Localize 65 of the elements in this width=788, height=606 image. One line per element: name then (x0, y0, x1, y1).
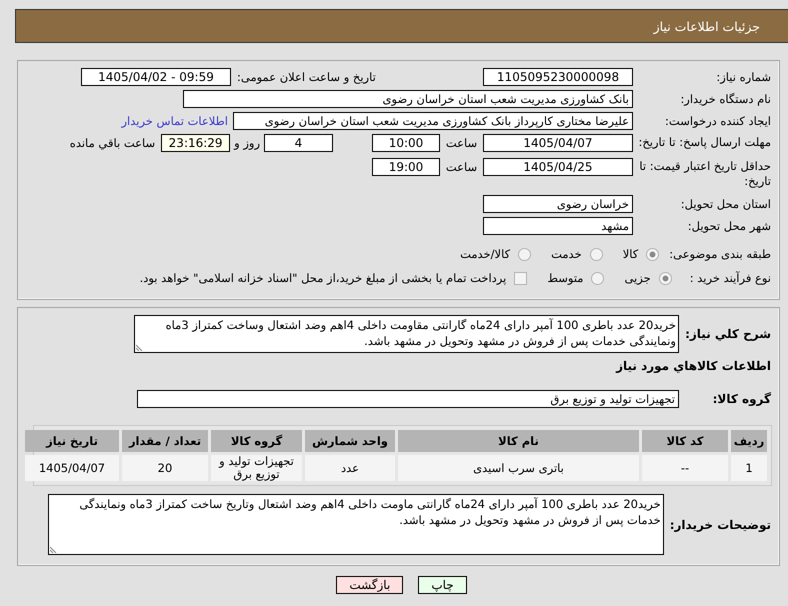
time-field[interactable]: 19:00 (372, 158, 440, 176)
field-label: توضیحات خریدار: (670, 518, 772, 532)
table-cell: -- (642, 455, 728, 481)
need-number-field[interactable]: 1105095230000098 (483, 68, 633, 86)
date-field[interactable]: 1405/04/07 (483, 134, 633, 152)
field-label: نوع فرآیند خرید : (690, 271, 772, 285)
goods-group-field[interactable]: تجهیزات تولید و توزیع برق (137, 390, 679, 408)
table-cell: باتری سرب اسیدی (398, 455, 639, 481)
buyer-org-field[interactable]: بانک کشاورزی مدیریت شعب استان خراسان رضوی (183, 90, 633, 108)
field-label: تاریخ و ساعت اعلان عمومی: (237, 70, 376, 84)
resize-grip-icon[interactable] (50, 545, 58, 553)
page-title: جزئیات اطلاعات نیاز (654, 18, 760, 34)
radio-button[interactable] (591, 272, 604, 284)
column-header: گروه کالا (211, 430, 302, 452)
field-label: حداقل تاریخ اعتبار قیمت: تا تاریخ: (638, 158, 772, 189)
table-cell: 1405/04/07 (25, 455, 119, 481)
column-header: تعداد / مقدار (122, 430, 208, 452)
field-label: شماره نیاز: (715, 70, 772, 84)
field-label: استان محل تحویل: (680, 197, 772, 211)
column-header: تاریخ نیاز (25, 430, 119, 452)
field-label: شرح کلي نیاز: (684, 327, 772, 341)
radio-button[interactable] (590, 248, 603, 260)
city-field[interactable]: مشهد (483, 217, 633, 235)
table-cell: 20 (122, 455, 208, 481)
contact-info-link[interactable]: اطلاعات تماس خریدار (121, 114, 228, 128)
field-label: شهر محل تحویل: (686, 219, 772, 233)
province-field[interactable]: خراسان رضوی (483, 195, 633, 213)
table-cell: عدد (305, 455, 395, 481)
checkbox[interactable] (514, 272, 528, 284)
back-button[interactable]: بازگشت (336, 576, 404, 594)
table-cell: تجهیزات تولید و توزیع برق (211, 455, 302, 481)
option-label: جزیی (624, 271, 651, 285)
field-label: نام دستگاه خریدار: (679, 92, 772, 106)
radio-button[interactable] (658, 272, 672, 284)
days-label: روز و (234, 135, 260, 152)
field-label: مهلت ارسال پاسخ: تا تاریخ: (637, 134, 772, 150)
buyer-notes-text-area[interactable]: خرید20 عدد باطری 100 آمپر دارای 24ماه گارانتی ماومت داخلی 4اهم وضد اشتعال وتاریخ ساخت کمتراز 3ماه ونمایندگی خدمات پس از فروش در مشهد وتحویل در مشهد باشد. (48, 494, 664, 555)
description-text-area[interactable]: خرید20 عدد باطری 100 آمپر دارای 24ماه گارانتی مقاومت داخلی 4اهم وضد اشتعال وساخت کمتراز 3ماه ونمایندگی خدمات پس از فروش در مشهد وتحویل در مشهد باشد. (134, 315, 679, 353)
print-button[interactable]: چاپ (418, 576, 467, 594)
field-label: گروه کالا: (712, 392, 772, 406)
requester-field[interactable]: علیرضا مختاری کارپرداز بانک کشاورزی مدیریت شعب استان خراسان رضوی (233, 112, 633, 130)
time-label: ساعت (444, 135, 478, 152)
radio-button[interactable] (518, 248, 532, 260)
table-cell: 1 (731, 455, 767, 481)
column-header: نام کالا (398, 430, 639, 452)
field-label: ایجاد کننده درخواست: (664, 114, 772, 128)
column-header: واحد شمارش (305, 430, 395, 452)
resize-grip-icon[interactable] (136, 343, 144, 351)
section-heading: اطلاعات کالاهاي مورد نیاز (614, 359, 772, 373)
date-field[interactable]: 1405/04/25 (483, 158, 633, 176)
time-field[interactable]: 10:00 (372, 134, 440, 152)
days-field[interactable]: 4 (264, 134, 333, 152)
time-label: ساعت (444, 159, 478, 176)
column-header: کد کالا (642, 430, 728, 452)
checkbox-label: پرداخت تمام یا بخشی از مبلغ خرید،از محل "اسناد خزانه اسلامی" خواهد بود. (140, 271, 506, 285)
column-header: ردیف (731, 430, 767, 452)
option-label: کالا/خدمت (460, 247, 510, 261)
option-label: متوسط (547, 271, 584, 285)
option-label: خدمت (551, 247, 582, 261)
announcement-date-field[interactable]: 1405/04/02 - 09:59 (81, 68, 231, 86)
remaining-time-field[interactable]: 23:16:29 (161, 134, 230, 152)
option-label: کالا (622, 247, 638, 261)
remaining-label: ساعت باقي مانده (70, 135, 156, 152)
field-label: طبقه بندی موضوعی: (669, 247, 772, 261)
radio-button[interactable] (646, 248, 660, 260)
